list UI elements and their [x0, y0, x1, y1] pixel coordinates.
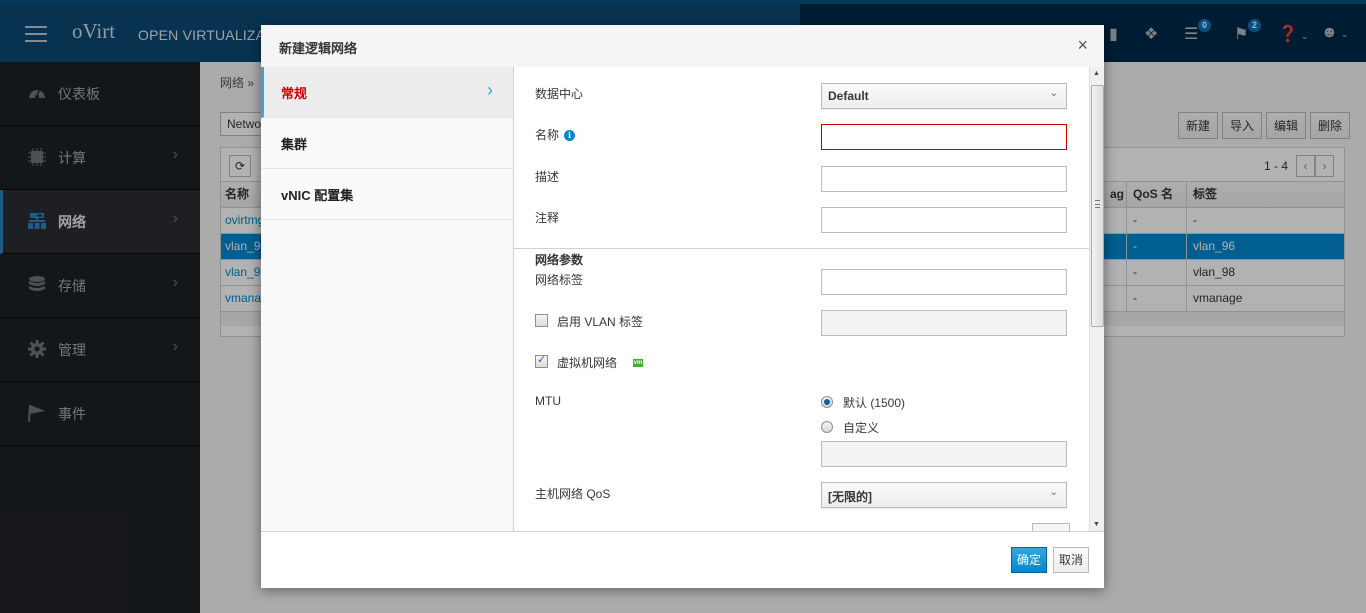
- description-field[interactable]: [821, 166, 1067, 192]
- name-field[interactable]: [821, 124, 1067, 150]
- tab-vnic-profiles[interactable]: vNIC 配置集: [261, 169, 513, 220]
- scroll-down-icon[interactable]: ▼: [1093, 521, 1100, 528]
- partially-visible-button[interactable]: [1032, 523, 1070, 531]
- dialog-footer: 确定 取消: [261, 531, 1104, 588]
- new-logical-network-dialog: 新建逻辑网络 × 常规 › 集群 vNIC 配置集 数据中心 Default ⌄…: [261, 25, 1104, 588]
- mtu-custom-label: 自定义: [843, 421, 880, 435]
- dialog-title: 新建逻辑网络: [279, 41, 358, 56]
- mtu-label: MTU: [535, 394, 561, 408]
- host-qos-value: [无限的]: [828, 490, 872, 504]
- comment-label: 注释: [535, 211, 560, 225]
- vlan-tagging-label: 启用 VLAN 标签: [557, 315, 644, 329]
- mtu-default-label: 默认 (1500): [843, 396, 906, 410]
- network-label-label: 网络标签: [535, 273, 584, 287]
- chevron-right-icon: ›: [487, 80, 493, 100]
- host-qos-select[interactable]: [无限的] ⌄: [821, 482, 1067, 508]
- close-icon[interactable]: ×: [1077, 35, 1088, 56]
- tab-label: 常规: [281, 86, 308, 101]
- tab-cluster[interactable]: 集群: [261, 118, 513, 169]
- ok-button[interactable]: 确定: [1010, 547, 1047, 573]
- chevron-down-icon: ⌄: [1049, 487, 1058, 498]
- vm-icon: vm: [633, 359, 643, 367]
- cancel-button[interactable]: 取消: [1052, 547, 1089, 573]
- mtu-custom-radio[interactable]: [821, 421, 833, 433]
- mtu-default-radio[interactable]: [821, 396, 833, 408]
- host-qos-label: 主机网络 QoS: [535, 487, 611, 501]
- checkmark-icon: ✓: [537, 354, 547, 366]
- dialog-header: 新建逻辑网络 ×: [261, 25, 1104, 67]
- datacenter-select[interactable]: Default ⌄: [821, 83, 1067, 109]
- network-params-heading: 网络参数: [535, 253, 584, 267]
- datacenter-label: 数据中心: [535, 87, 584, 101]
- chevron-down-icon: ⌄: [1049, 88, 1058, 99]
- dialog-tabs: 常规 › 集群 vNIC 配置集: [261, 67, 514, 531]
- datacenter-value: Default: [828, 89, 869, 103]
- tab-label: 集群: [281, 137, 308, 152]
- dialog-vertical-scrollbar[interactable]: ▲ ▼: [1089, 67, 1104, 531]
- tab-label: vNIC 配置集: [281, 188, 354, 203]
- mtu-custom-field[interactable]: [821, 441, 1067, 467]
- section-divider: [514, 248, 1089, 249]
- name-label: 名称 i: [535, 126, 576, 143]
- network-label-field[interactable]: [821, 269, 1067, 295]
- scroll-up-icon[interactable]: ▲: [1093, 70, 1100, 77]
- tab-general[interactable]: 常规 ›: [261, 67, 513, 118]
- vm-network-label: 虚拟机网络: [557, 356, 618, 370]
- description-label: 描述: [535, 170, 560, 184]
- vlan-tagging-checkbox[interactable]: [535, 314, 548, 327]
- dialog-form: 数据中心 Default ⌄ 名称 i 描述 注释 网络参数 网络标签 启用 VL…: [514, 67, 1089, 531]
- scrollbar-thumb[interactable]: [1091, 85, 1104, 327]
- vm-network-checkbox[interactable]: ✓: [535, 354, 548, 368]
- info-icon[interactable]: i: [564, 130, 576, 141]
- vlan-tag-field[interactable]: [821, 310, 1067, 336]
- comment-field[interactable]: [821, 207, 1067, 233]
